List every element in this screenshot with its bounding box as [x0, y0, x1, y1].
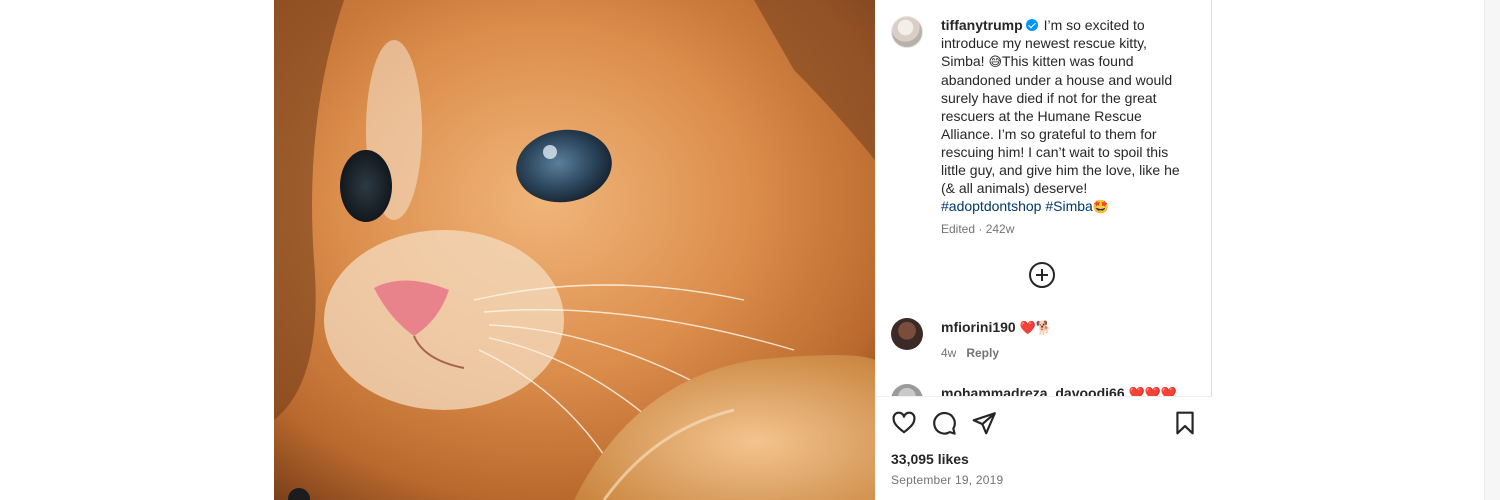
page-scrollbar[interactable]: [1484, 0, 1500, 500]
comment-text: mohammadreza_davoodi66 ❤️❤️❤️: [941, 385, 1177, 396]
comment-text: mfiorini190 ❤️🐕: [941, 319, 1052, 336]
commenter-username[interactable]: mohammadreza_davoodi66: [941, 385, 1125, 396]
comment-meta: 4w Reply: [941, 346, 999, 360]
plus-circle-icon[interactable]: [1029, 262, 1055, 288]
commenter-avatar[interactable]: [891, 318, 923, 350]
caption-emoji: 😅: [988, 54, 1003, 69]
reply-button[interactable]: Reply: [966, 346, 999, 360]
send-icon[interactable]: [971, 410, 997, 436]
bookmark-icon[interactable]: [1172, 410, 1198, 436]
author-username[interactable]: tiffanytrump: [941, 17, 1023, 33]
caption-text: tiffanytrump I’m so excited to introduce…: [941, 16, 1189, 216]
likes-count[interactable]: 33,095 likes: [891, 451, 969, 467]
comments-scroll-area[interactable]: tiffanytrump I’m so excited to introduce…: [875, 0, 1212, 396]
comment-body: ❤️❤️❤️: [1128, 386, 1178, 396]
commenter-username[interactable]: mfiorini190: [941, 319, 1016, 335]
comment-icon[interactable]: [931, 410, 957, 436]
kitten-photo: [274, 0, 875, 500]
instagram-post-view: tiffanytrump I’m so excited to introduce…: [0, 0, 1500, 500]
comment-body: ❤️🐕: [1019, 320, 1052, 335]
hashtag-link[interactable]: #Simba: [1045, 198, 1092, 214]
verified-badge-icon: [1025, 19, 1038, 31]
caption-emoji: 🤩: [1092, 199, 1109, 214]
caption-body-rest: This kitten was found abandoned under a …: [941, 53, 1180, 196]
heart-icon[interactable]: [891, 410, 917, 436]
hashtag-link[interactable]: #adoptdontshop: [941, 198, 1041, 214]
commenter-avatar[interactable]: [891, 384, 923, 396]
post-date[interactable]: September 19, 2019: [891, 473, 1003, 487]
edited-timestamp: Edited · 242w: [941, 222, 1015, 236]
comment-age: 4w: [941, 346, 957, 360]
author-avatar[interactable]: [891, 16, 923, 48]
post-image[interactable]: [274, 0, 875, 500]
action-bar: 33,095 likes September 19, 2019: [875, 396, 1212, 500]
post-details-panel: tiffanytrump I’m so excited to introduce…: [875, 0, 1212, 500]
